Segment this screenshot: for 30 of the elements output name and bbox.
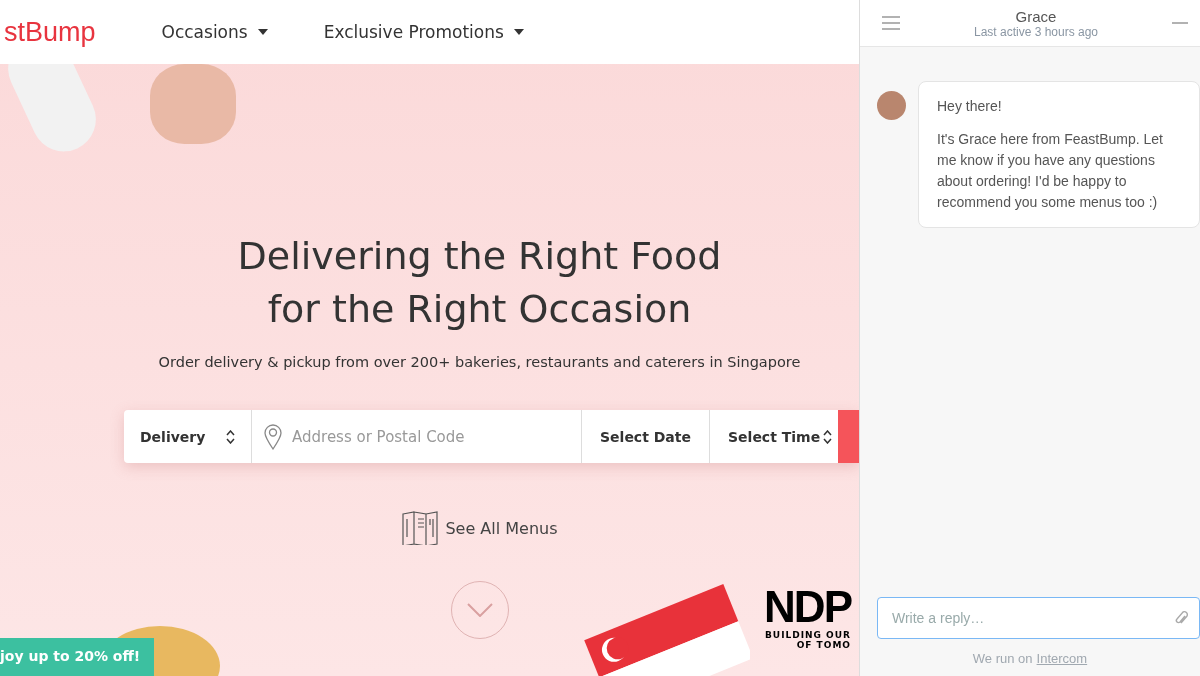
sort-icon bbox=[226, 429, 235, 444]
caret-icon bbox=[513, 29, 524, 35]
agent-status: Last active 3 hours ago bbox=[973, 24, 1099, 39]
nav-menu[interactable]: Exclusive Promotions bbox=[323, 22, 524, 42]
ndp-tagline: BUILDING OUR bbox=[765, 630, 851, 640]
agent-name: Grace bbox=[1015, 7, 1057, 25]
nav-menu[interactable]: Occasions bbox=[161, 22, 268, 42]
time-select[interactable]: Select Time bbox=[710, 410, 838, 463]
see-all-menus-link[interactable]: See All Menus bbox=[401, 511, 558, 545]
location-pin-icon bbox=[264, 423, 282, 450]
ndp-tagline: OF TOMO bbox=[796, 640, 851, 650]
logo[interactable]: stBump bbox=[4, 16, 96, 48]
menu-icon[interactable] bbox=[882, 16, 900, 30]
ndp-logo-text: NDP bbox=[764, 584, 851, 630]
menu-book-icon bbox=[401, 511, 440, 545]
minimize-icon[interactable] bbox=[1172, 22, 1188, 24]
chevron-down-icon bbox=[466, 603, 493, 617]
search-button[interactable] bbox=[838, 410, 859, 463]
reply-field[interactable]: Write a reply… bbox=[877, 597, 1200, 639]
caret-icon bbox=[257, 29, 268, 35]
hero-subtitle: Order delivery & pickup from over 200+ bakeries, restaurants and caterers in Singapore bbox=[158, 354, 801, 370]
message-text: It's Grace here from FeastBump. Let me know if you have any questions about ordering! I'd be happy to recommend you some menus too :) bbox=[937, 130, 1164, 212]
hero-title: Delivering the Right Food for the Right Occasion bbox=[237, 233, 722, 333]
date-select[interactable]: Select Date bbox=[582, 410, 710, 463]
sort-icon bbox=[823, 429, 832, 444]
delivery-select[interactable]: Delivery bbox=[124, 410, 252, 463]
avatar bbox=[877, 91, 906, 120]
footer-text: We run on bbox=[972, 651, 1033, 666]
message-text: Hey there! bbox=[937, 97, 1003, 116]
paperclip-icon[interactable] bbox=[1174, 610, 1188, 626]
